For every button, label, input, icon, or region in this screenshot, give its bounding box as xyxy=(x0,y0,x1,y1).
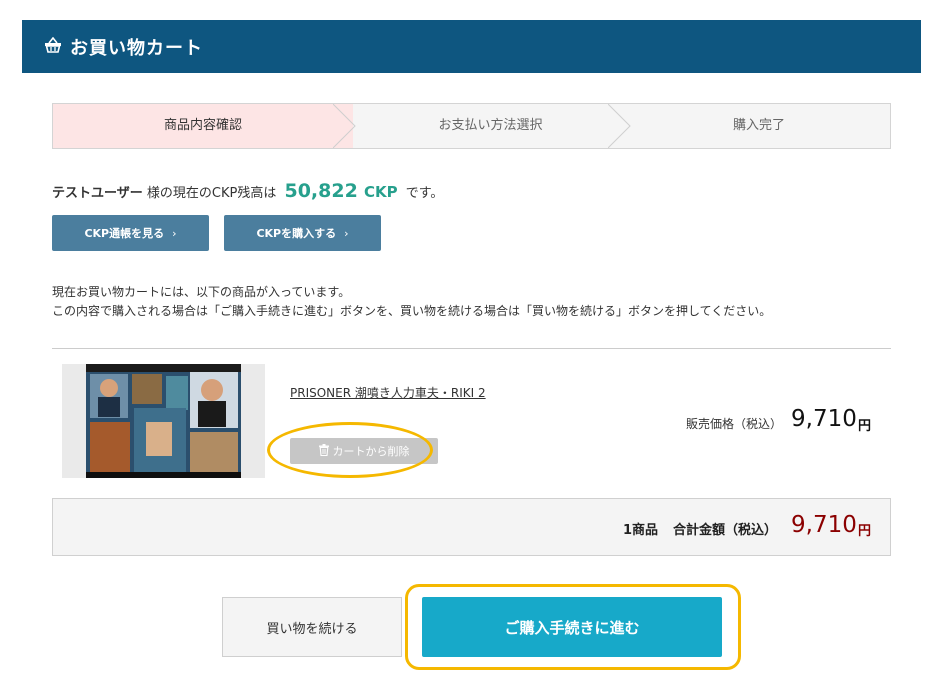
description-line-2: この内容で購入される場合は「ご購入手続きに進む」ボタンを、買い物を続ける場合は「… xyxy=(52,304,772,318)
basket-icon xyxy=(44,36,62,57)
price-label: 販売価格（税込） xyxy=(686,417,783,431)
buy-ckp-button[interactable]: CKPを購入する › xyxy=(224,215,381,251)
balance-suffix: です。 xyxy=(405,186,444,201)
user-name: テストユーザー xyxy=(52,186,143,201)
description-line-1: 現在お買い物カートには、以下の商品が入っています。 xyxy=(52,285,351,299)
total-label: 合計金額（税込） xyxy=(673,523,778,538)
ckp-passbook-button[interactable]: CKP通帳を見る › xyxy=(52,215,209,251)
step-confirm: 商品内容確認 xyxy=(53,104,353,148)
product-title-link[interactable]: PRISONER 潮噴き人力車夫・RIKI 2 xyxy=(290,384,486,401)
cart-description: 現在お買い物カートには、以下の商品が入っています。 この内容で購入される場合は「… xyxy=(52,283,771,321)
total-price-yen: 円 xyxy=(858,524,872,539)
chevron-right-icon: › xyxy=(344,226,349,240)
balance-amount: 50,822 xyxy=(284,180,358,202)
balance-unit: CKP xyxy=(363,183,398,201)
item-price: 9,710 xyxy=(791,406,857,432)
product-image xyxy=(86,364,241,478)
ckp-balance: テストユーザー 様の現在のCKP残高は 50,822 CKP です。 xyxy=(52,180,443,202)
cart-header: お買い物カート xyxy=(22,20,921,73)
highlight-annotation xyxy=(405,584,741,670)
divider xyxy=(52,348,891,349)
progress-steps: 商品内容確認 お支払い方法選択 購入完了 xyxy=(52,103,891,149)
step-payment: お支払い方法選択 xyxy=(438,118,543,133)
ckp-passbook-label: CKP通帳を見る xyxy=(84,227,165,240)
product-thumbnail[interactable] xyxy=(62,364,265,478)
highlight-annotation xyxy=(267,422,433,478)
item-price-yen: 円 xyxy=(858,419,872,434)
step-arrow-icon xyxy=(608,104,631,148)
buy-ckp-label: CKPを購入する xyxy=(256,227,337,240)
page-title: お買い物カート xyxy=(70,37,203,59)
total-price: 9,710 xyxy=(791,512,857,538)
step-complete: 購入完了 xyxy=(732,118,785,133)
continue-shopping-button[interactable]: 買い物を続ける xyxy=(222,597,402,657)
balance-prefix: 様の現在のCKP残高は xyxy=(146,186,277,201)
total-item-count: 1商品 xyxy=(623,523,659,538)
step-arrow-icon xyxy=(333,104,356,148)
chevron-right-icon: › xyxy=(172,226,177,240)
